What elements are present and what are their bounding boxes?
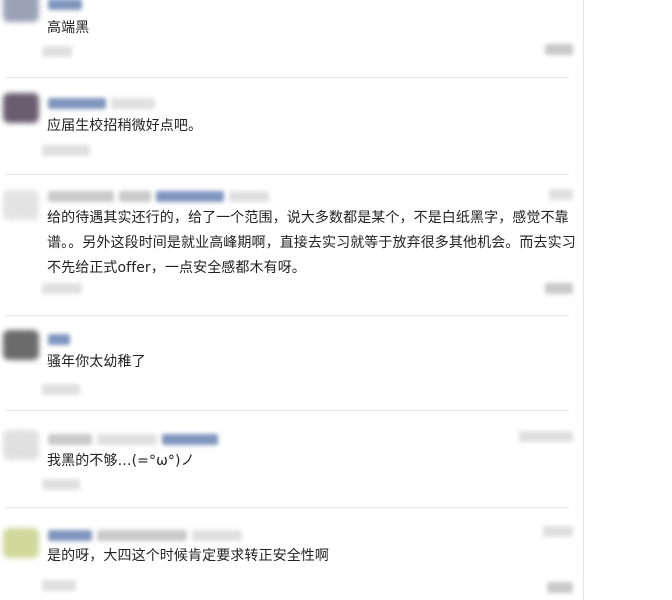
comment-timestamp bbox=[42, 46, 72, 58]
avatar[interactable] bbox=[3, 430, 39, 460]
comment-meta bbox=[48, 0, 82, 11]
comment-text: 高端黑 bbox=[47, 20, 90, 36]
username[interactable] bbox=[48, 333, 70, 345]
comment-text: 应届生校招稍微好点吧。 bbox=[47, 118, 203, 134]
comment-actions[interactable] bbox=[545, 283, 573, 297]
comment-actions[interactable] bbox=[545, 44, 573, 58]
avatar[interactable] bbox=[3, 330, 39, 360]
comment-item: 高端黑 bbox=[0, 0, 583, 78]
avatar[interactable] bbox=[3, 93, 39, 123]
comment-timestamp bbox=[42, 145, 90, 157]
scroll-divider bbox=[583, 0, 584, 600]
username[interactable] bbox=[162, 433, 218, 445]
comment-meta bbox=[48, 96, 155, 110]
comment-text: 是的呀，大四这个时候肯定要求转正安全性啊 bbox=[47, 548, 329, 564]
comment-timestamp bbox=[42, 283, 82, 295]
comment-item: 是的呀，大四这个时候肯定要求转正安全性啊 bbox=[0, 508, 583, 600]
avatar[interactable] bbox=[3, 190, 39, 220]
comment-text: 骚年你太幼稚了 bbox=[47, 354, 146, 370]
comment-meta bbox=[48, 432, 218, 446]
username[interactable] bbox=[156, 190, 224, 202]
comment-meta bbox=[48, 189, 269, 203]
comment-text: 我黑的不够…(=°ω°)ノ bbox=[47, 453, 195, 469]
avatar[interactable] bbox=[3, 0, 39, 22]
comment-timestamp bbox=[42, 479, 80, 491]
comment-item: 我黑的不够…(=°ω°)ノ bbox=[0, 411, 583, 508]
comment-meta bbox=[48, 332, 70, 346]
username[interactable] bbox=[48, 97, 106, 109]
comment-timestamp bbox=[42, 384, 80, 396]
comment-meta bbox=[48, 528, 242, 542]
comment-item: 给的待遇其实还行的，给了一个范围，说大多数都是某个，不是白纸黑字，感觉不靠谱。。… bbox=[0, 175, 583, 316]
comment-timestamp bbox=[42, 580, 76, 592]
comment-actions[interactable] bbox=[547, 582, 573, 596]
avatar[interactable] bbox=[3, 528, 39, 558]
username[interactable] bbox=[48, 529, 92, 541]
comment-text: 给的待遇其实还行的，给了一个范围，说大多数都是某个，不是白纸黑字，感觉不靠谱。。… bbox=[47, 210, 576, 276]
comment-feed: 高端黑 应届生校招稍微好点吧。 给的待遇其实还行的，给了一个范围，说大多数都是某… bbox=[0, 0, 583, 600]
username[interactable] bbox=[48, 0, 82, 10]
comment-item: 应届生校招稍微好点吧。 bbox=[0, 78, 583, 175]
comment-item: 骚年你太幼稚了 bbox=[0, 316, 583, 411]
